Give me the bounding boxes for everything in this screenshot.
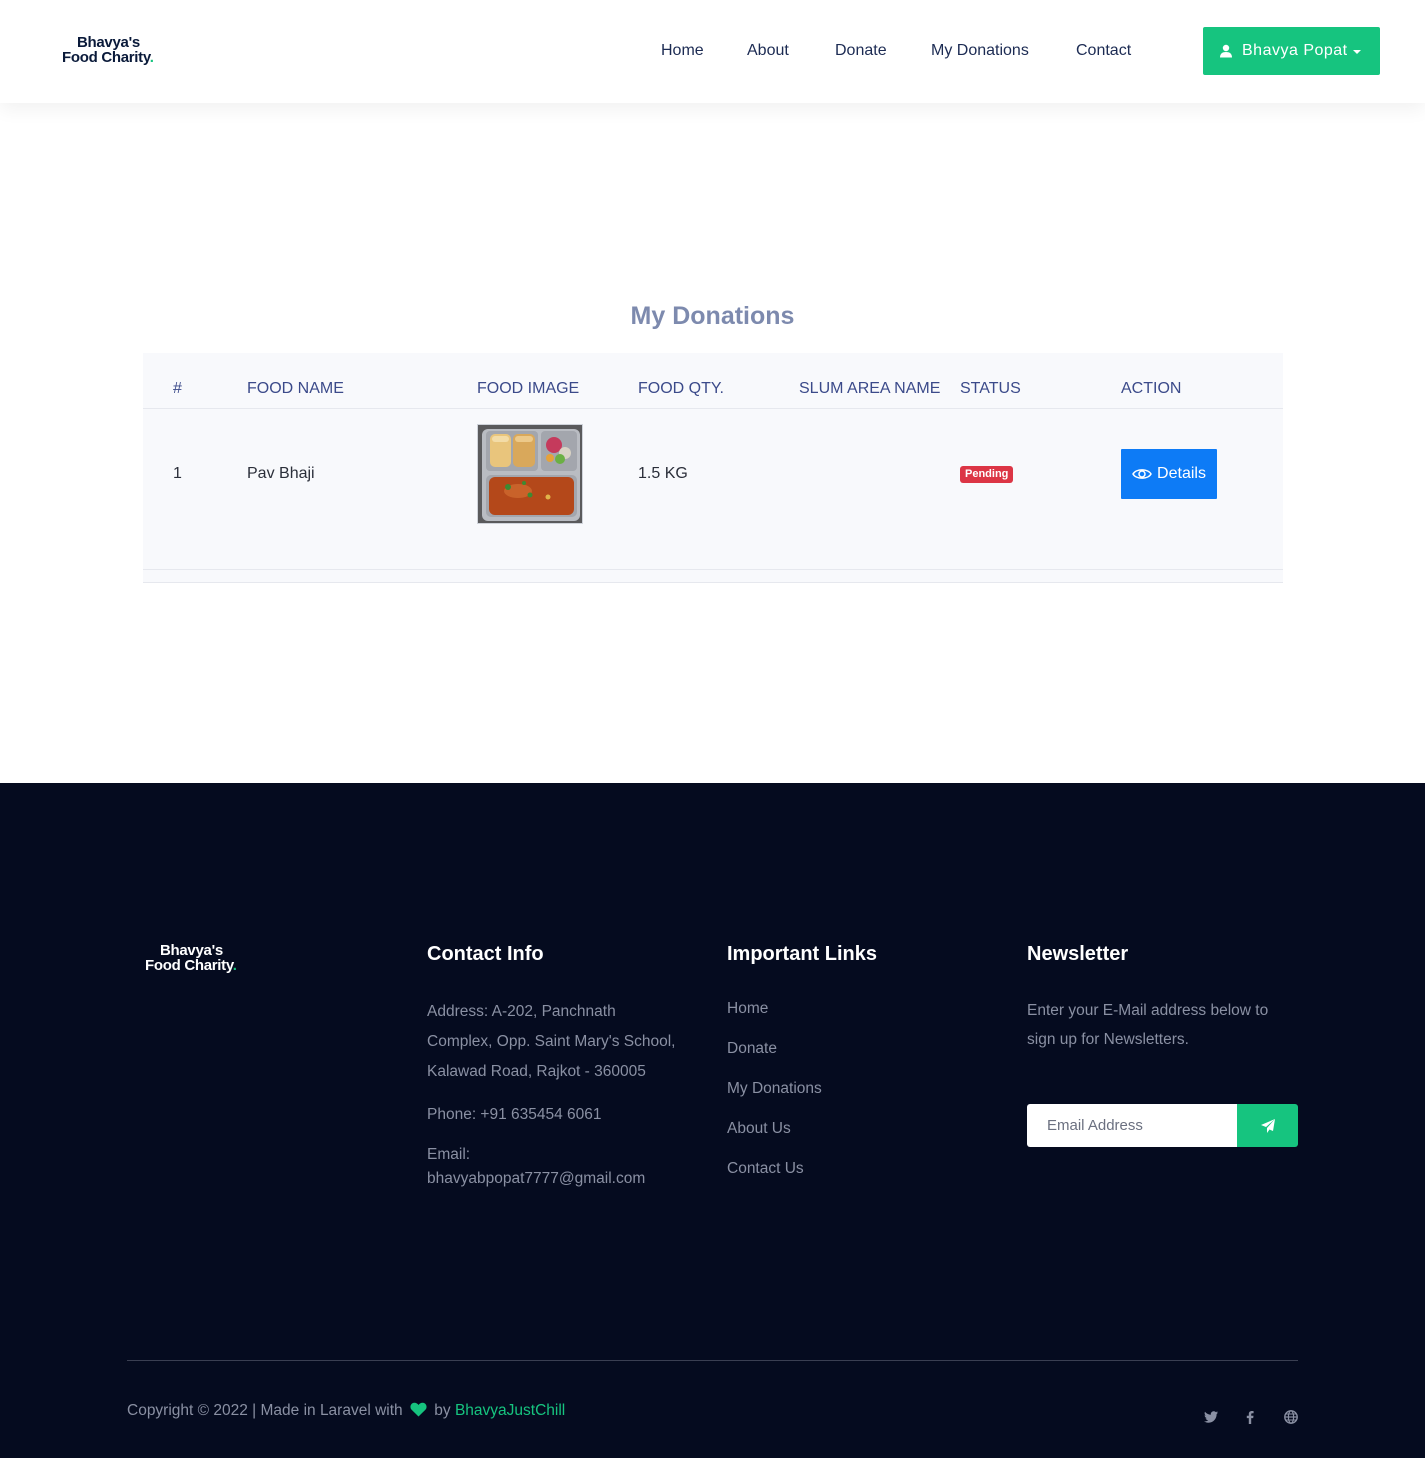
copyright-text: Copyright © 2022 | Made in Laravel with (127, 1402, 403, 1419)
details-label: Details (1157, 465, 1206, 482)
row-index: 1 (173, 465, 182, 482)
col-food-name: FOOD NAME (247, 380, 344, 397)
row-food-qty: 1.5 KG (638, 465, 688, 482)
user-menu-button[interactable]: Bhavya Popat (1203, 27, 1380, 75)
chevron-down-icon (1352, 50, 1361, 54)
newsletter-text-line-2: sign up for Newsletters. (1027, 1031, 1189, 1048)
newsletter-text-line-1: Enter your E-Mail address below to (1027, 1002, 1269, 1019)
row-food-name: Pav Bhaji (247, 465, 315, 482)
globe-icon[interactable] (1283, 1409, 1299, 1425)
footer-logo-line-1: Bhavya's (160, 942, 223, 959)
col-index: # (173, 380, 182, 397)
copyright: Copyright © 2022 | Made in Laravel with … (127, 1402, 565, 1420)
newsletter-email-input[interactable] (1027, 1104, 1238, 1147)
address-line-1: Address: A-202, Panchnath (427, 1003, 616, 1020)
page-title: My Donations (630, 302, 795, 330)
paper-plane-icon (1260, 1118, 1275, 1133)
footer-link-my-donations[interactable]: My Donations (727, 1080, 822, 1098)
details-button[interactable]: Details (1121, 449, 1217, 499)
newsletter-heading: Newsletter (1027, 943, 1129, 965)
nav-donate[interactable]: Donate (835, 42, 887, 60)
footer-logo[interactable]: Bhavya's Food Charity. (145, 943, 255, 973)
nav-home[interactable]: Home (661, 42, 704, 60)
copyright-by: by (434, 1402, 451, 1419)
footer-logo-line-2: Food Charity. (145, 957, 237, 974)
user-name: Bhavya Popat (1242, 42, 1348, 59)
email-value[interactable]: bhavyabpopat7777@gmail.com (427, 1167, 645, 1191)
nav-contact[interactable]: Contact (1076, 42, 1131, 60)
col-food-qty: FOOD QTY. (638, 380, 724, 397)
contact-address: Address: A-202, Panchnath Complex, Opp. … (427, 997, 675, 1087)
contact-phone: Phone: +91 635454 6061 (427, 1106, 602, 1123)
address-line-2: Complex, Opp. Saint Mary's School, (427, 1033, 676, 1050)
facebook-icon[interactable] (1242, 1409, 1258, 1425)
contact-info-heading: Contact Info (427, 943, 544, 965)
heart-icon (410, 1402, 427, 1417)
donations-table: # FOOD NAME FOOD IMAGE FOOD QTY. SLUM AR… (143, 353, 1283, 583)
newsletter-text: Enter your E-Mail address below to sign … (1027, 996, 1268, 1054)
user-icon (1220, 44, 1232, 58)
pav-bhaji-image (478, 425, 582, 523)
footer-link-about-us[interactable]: About Us (727, 1120, 791, 1138)
site-header: Bhavya's Food Charity. Home About Donate… (0, 0, 1425, 103)
table-header: # FOOD NAME FOOD IMAGE FOOD QTY. SLUM AR… (143, 353, 1283, 409)
email-label: Email: (427, 1146, 471, 1163)
eye-icon (1132, 469, 1152, 479)
author-link[interactable]: BhavyaJustChill (455, 1402, 565, 1419)
important-links-heading: Important Links (727, 943, 878, 965)
site-footer: Bhavya's Food Charity. Contact Info Addr… (0, 783, 1425, 1458)
footer-divider (127, 1360, 1298, 1361)
status-badge: Pending (960, 466, 1014, 483)
col-food-image: FOOD IMAGE (477, 380, 580, 397)
nav-my-donations[interactable]: My Donations (931, 42, 1029, 60)
footer-link-contact-us[interactable]: Contact Us (727, 1160, 804, 1178)
col-status: STATUS (960, 380, 1021, 397)
col-action: ACTION (1121, 380, 1182, 397)
footer-link-donate[interactable]: Donate (727, 1040, 777, 1058)
twitter-icon[interactable] (1203, 1409, 1219, 1425)
nav-about[interactable]: About (747, 42, 789, 60)
col-slum-area: SLUM AREA NAME (799, 380, 941, 397)
footer-link-home[interactable]: Home (727, 1000, 768, 1018)
row-divider (143, 569, 1283, 570)
contact-email: Email: bhavyabpopat7777@gmail.com (427, 1143, 645, 1191)
newsletter-submit-button[interactable] (1237, 1104, 1298, 1147)
address-line-3: Kalawad Road, Rajkot - 360005 (427, 1063, 646, 1080)
food-image (477, 424, 583, 524)
